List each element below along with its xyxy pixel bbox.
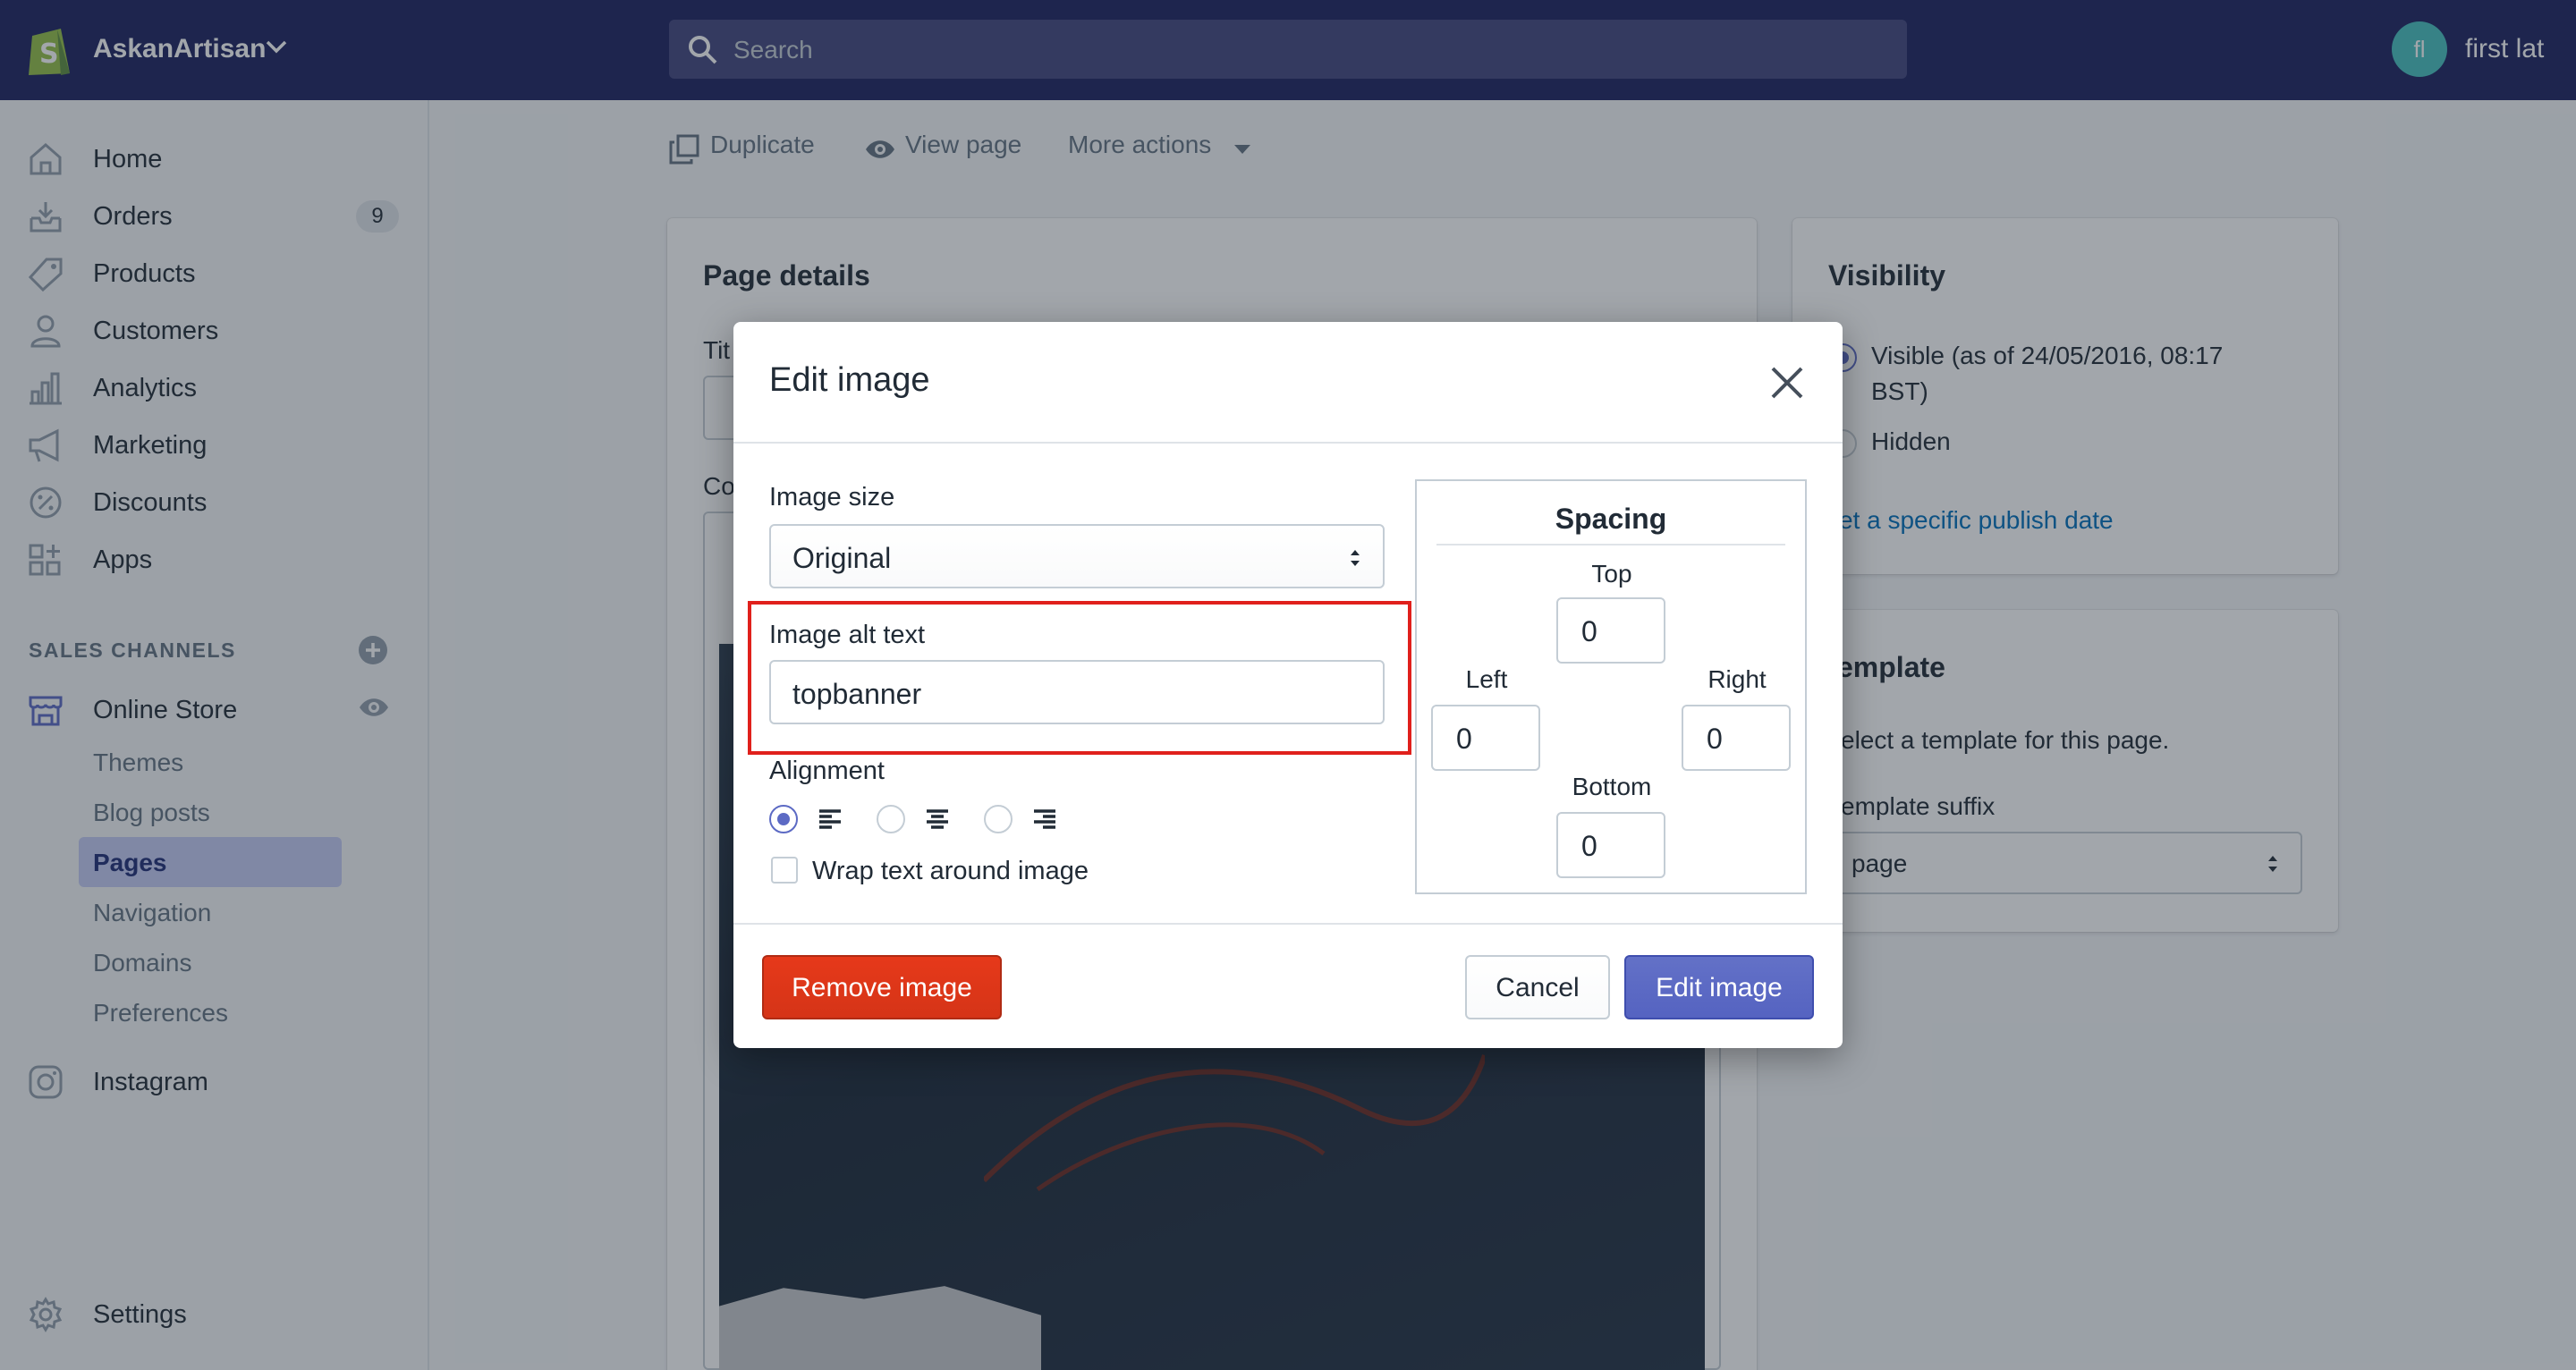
image-size-select[interactable]: Original: [769, 524, 1385, 588]
spacing-bottom-label: Bottom: [1572, 773, 1652, 800]
spacing-panel: Spacing Top 0 Left 0 Right 0 Bottom 0: [1415, 479, 1807, 894]
image-size-value: Original: [792, 542, 892, 574]
edit-image-modal: Edit image Image size Original Image alt…: [733, 322, 1843, 1048]
modal-footer-divider: [733, 923, 1843, 925]
align-left-radio[interactable]: [769, 805, 798, 833]
spacing-left-value: 0: [1456, 723, 1472, 755]
alt-text-value: topbanner: [792, 678, 922, 710]
select-arrows-icon: [1349, 545, 1361, 575]
spacing-right-label: Right: [1707, 665, 1767, 693]
edit-image-button[interactable]: Edit image: [1624, 955, 1814, 1019]
align-right-icon: [1032, 808, 1057, 834]
remove-image-button[interactable]: Remove image: [762, 955, 1002, 1019]
alignment-label: Alignment: [769, 757, 885, 785]
spacing-bottom-input[interactable]: 0: [1556, 812, 1665, 878]
spacing-title: Spacing: [1555, 503, 1667, 535]
align-center-icon: [925, 808, 950, 834]
spacing-bottom-value: 0: [1581, 830, 1597, 862]
spacing-right-input[interactable]: 0: [1682, 705, 1791, 771]
align-left-icon: [818, 808, 843, 834]
spacing-top-value: 0: [1581, 615, 1597, 647]
cancel-button[interactable]: Cancel: [1465, 955, 1610, 1019]
spacing-right-value: 0: [1707, 723, 1723, 755]
align-center-radio[interactable]: [877, 805, 905, 833]
spacing-divider: [1436, 544, 1785, 545]
spacing-left-input[interactable]: 0: [1431, 705, 1540, 771]
modal-header-divider: [733, 442, 1843, 444]
alt-text-input[interactable]: topbanner: [769, 660, 1385, 724]
close-icon[interactable]: [1769, 365, 1805, 405]
spacing-left-label: Left: [1465, 665, 1508, 693]
align-right-radio[interactable]: [984, 805, 1013, 833]
spacing-top-input[interactable]: 0: [1556, 597, 1665, 664]
image-size-label: Image size: [769, 483, 895, 512]
alt-text-label: Image alt text: [769, 621, 926, 649]
modal-title: Edit image: [769, 361, 930, 399]
wrap-text-checkbox[interactable]: [771, 857, 798, 884]
spacing-top-label: Top: [1591, 560, 1632, 588]
wrap-text-label: Wrap text around image: [812, 857, 1089, 885]
